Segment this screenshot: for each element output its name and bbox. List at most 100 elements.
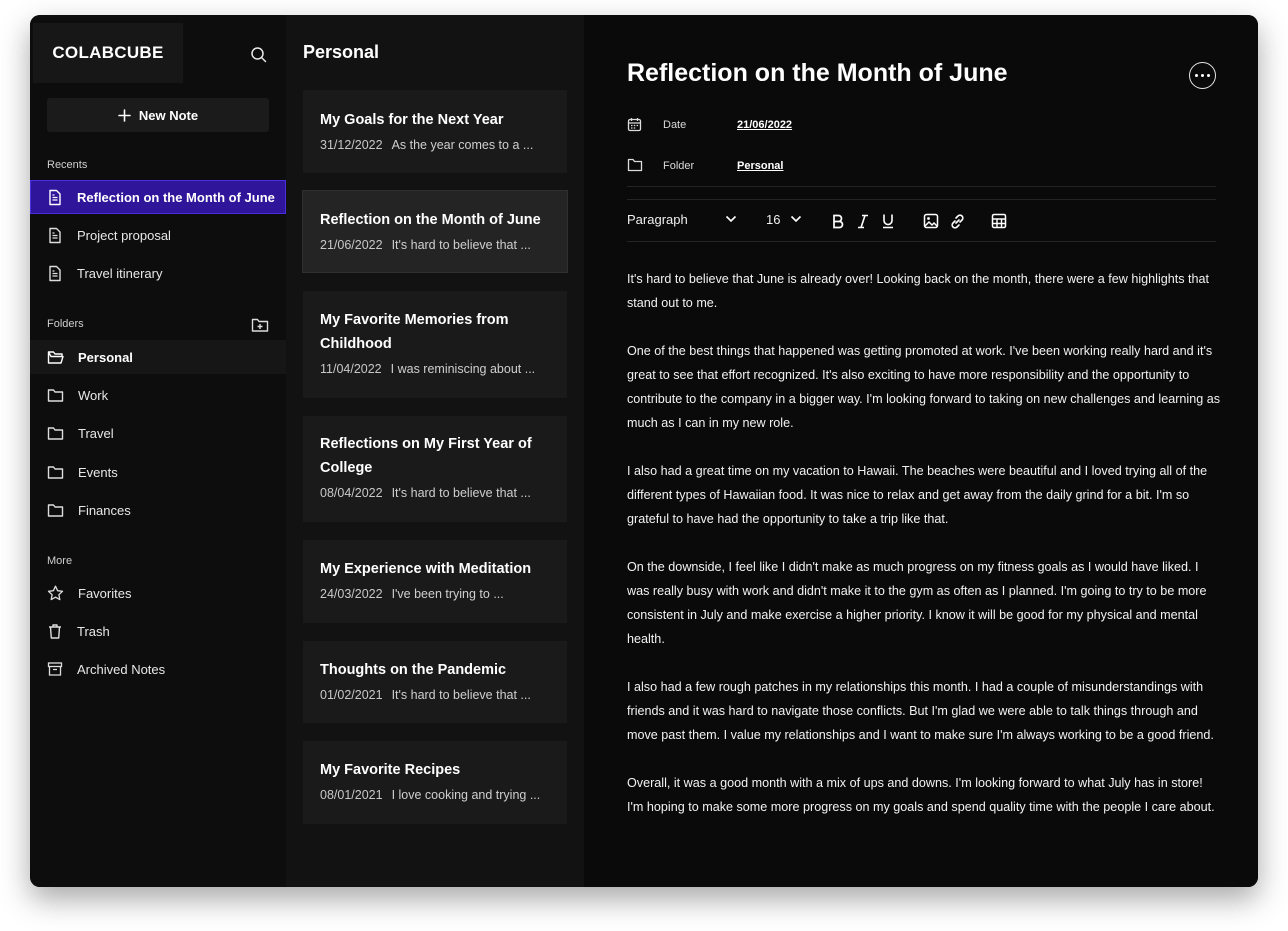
formatting-toolbar: Paragraph 16: [627, 199, 1216, 242]
more-item-trash[interactable]: Trash: [30, 614, 286, 648]
note-card-meta: 11/04/2022 I was reminiscing about ...: [320, 362, 550, 376]
italic-icon[interactable]: [853, 211, 873, 231]
folder-icon: [47, 388, 64, 402]
folder-item-label: Finances: [78, 502, 131, 518]
note-card-date: 08/04/2022: [320, 486, 383, 500]
app-logo: COLABCUBE: [52, 43, 164, 62]
sidebar: COLABCUBE New Note Recents Reflection on…: [30, 15, 286, 887]
note-card-meta: 31/12/2022 As the year comes to a ...: [320, 138, 550, 152]
body-paragraph: On the downside, I feel like I didn't ma…: [627, 560, 1207, 646]
folder-value[interactable]: Personal: [737, 160, 783, 172]
folder-label-text: Folder: [663, 159, 695, 172]
app-window: COLABCUBE New Note Recents Reflection on…: [30, 15, 1258, 887]
recent-item-reflection[interactable]: Reflection on the Month of June: [30, 180, 286, 214]
document-icon: [49, 189, 61, 205]
more-item-archived-notes[interactable]: Archived Notes: [30, 652, 286, 686]
note-card-date: 11/04/2022: [320, 362, 382, 376]
folder-item-label: Travel: [78, 425, 114, 441]
search-icon[interactable]: [250, 46, 268, 64]
block-type-select[interactable]: Paragraph: [627, 212, 737, 227]
editor-panel: Reflection on the Month of June Date 21/…: [584, 15, 1258, 887]
document-title[interactable]: Reflection on the Month of June: [627, 59, 1008, 88]
note-card-preview: I love cooking and trying ...: [391, 788, 541, 802]
note-card[interactable]: My Experience with Meditation 24/03/2022…: [303, 540, 567, 623]
more-heading: More: [47, 555, 73, 567]
note-card[interactable]: My Favorite Recipes 08/01/2021 I love coo…: [303, 741, 567, 824]
note-card-date: 21/06/2022: [320, 238, 383, 252]
underline-icon[interactable]: [878, 211, 898, 231]
note-card[interactable]: Thoughts on the Pandemic 01/02/2021 It's …: [303, 641, 567, 723]
font-size-value: 16: [766, 212, 781, 227]
body-paragraph: One of the best things that happened was…: [627, 344, 1221, 430]
date-label-text: Date: [663, 119, 687, 131]
body-paragraph: Overall, it was a good month with a mix …: [627, 776, 1215, 814]
recent-item-label: Project proposal: [77, 227, 171, 243]
body-paragraph: I also had a few rough patches in my rel…: [627, 680, 1214, 742]
folder-icon: [627, 158, 643, 171]
folder-item-label: Events: [78, 464, 118, 480]
block-type-value: Paragraph: [627, 212, 688, 227]
note-card-date: 31/12/2022: [320, 138, 383, 152]
plus-icon: [118, 108, 131, 122]
font-size-select[interactable]: 16: [766, 212, 802, 227]
notes-list-title: Personal: [303, 42, 380, 62]
folder-item-travel[interactable]: Travel: [30, 416, 286, 450]
more-item-label: Archived Notes: [77, 661, 166, 677]
date-label: Date: [627, 118, 737, 132]
note-card-date: 01/02/2021: [320, 688, 383, 702]
folder-item-finances[interactable]: Finances: [30, 493, 286, 527]
folder-open-icon: [47, 350, 64, 364]
folder-item-events[interactable]: Events: [30, 455, 286, 489]
folder-item-personal[interactable]: Personal: [30, 340, 286, 374]
note-card-date: 24/03/2022: [320, 587, 383, 601]
note-card-meta: 24/03/2022 I've been trying to ...: [320, 587, 550, 601]
folder-icon: [47, 426, 64, 440]
document-body[interactable]: It's hard to believe that June is alread…: [627, 267, 1222, 843]
more-item-label: Trash: [77, 623, 110, 639]
folder-item-label: Personal: [78, 349, 133, 365]
recents-heading: Recents: [47, 159, 88, 171]
note-card-preview: I was reminiscing about ...: [390, 362, 536, 376]
note-card-title: Thoughts on the Pandemic: [320, 662, 507, 678]
trash-icon: [49, 623, 61, 639]
note-card-title: Reflection on the Month of June: [320, 212, 541, 228]
date-value[interactable]: 21/06/2022: [737, 119, 792, 131]
add-folder-icon[interactable]: [251, 317, 269, 333]
note-card-title: My Favorite Recipes: [320, 762, 461, 778]
star-icon: [47, 585, 64, 601]
note-card-preview: It's hard to believe that ...: [391, 238, 531, 252]
recent-item-travel-itinerary[interactable]: Travel itinerary: [30, 256, 286, 290]
note-card[interactable]: My Favorite Memories from Childhood 11/0…: [303, 291, 567, 398]
body-paragraph: I also had a great time on my vacation t…: [627, 464, 1208, 526]
folder-icon: [47, 465, 64, 479]
note-card-preview: I've been trying to ...: [391, 587, 504, 601]
folder-item-work[interactable]: Work: [30, 378, 286, 412]
note-card-preview: It's hard to believe that ...: [391, 688, 531, 702]
image-icon[interactable]: [921, 211, 941, 231]
archive-icon: [47, 662, 63, 676]
document-icon: [49, 227, 61, 243]
note-card-date: 08/01/2021: [320, 788, 383, 802]
notes-list-panel: Personal My Goals for the Next Year 31/1…: [286, 15, 584, 887]
note-card-meta: 08/04/2022 It's hard to believe that ...: [320, 486, 550, 500]
more-options-icon[interactable]: [1189, 62, 1216, 89]
body-paragraph: It's hard to believe that June is alread…: [627, 272, 1210, 310]
note-card[interactable]: My Goals for the Next Year 31/12/2022 As …: [303, 90, 567, 173]
more-item-label: Favorites: [78, 585, 132, 601]
bold-icon[interactable]: [828, 211, 848, 231]
recent-item-project-proposal[interactable]: Project proposal: [30, 218, 286, 252]
more-item-favorites[interactable]: Favorites: [30, 576, 286, 610]
note-card-meta: 01/02/2021 It's hard to believe that ...: [320, 688, 550, 702]
calendar-icon: [627, 118, 642, 132]
note-card-title: Reflections on My First Year of College: [320, 436, 532, 476]
note-card[interactable]: Reflections on My First Year of College …: [303, 416, 567, 522]
new-note-button[interactable]: New Note: [47, 98, 269, 132]
note-card-active[interactable]: Reflection on the Month of June 21/06/20…: [303, 191, 567, 272]
recent-item-label: Reflection on the Month of June: [77, 189, 275, 205]
note-card-meta: 21/06/2022 It's hard to believe that ...: [320, 238, 550, 252]
note-card-title: My Goals for the Next Year: [320, 112, 504, 128]
link-icon[interactable]: [947, 211, 967, 231]
chevron-down-icon: [790, 215, 802, 223]
table-icon[interactable]: [989, 211, 1009, 231]
document-icon: [49, 265, 61, 281]
